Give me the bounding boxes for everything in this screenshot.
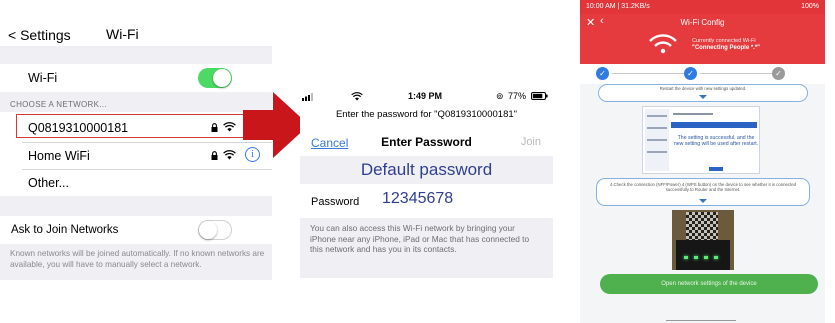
app-title: Wi-Fi Config [680,18,725,27]
password-prompt: Enter the password for "Q0819310000181" [335,109,518,120]
ask-join-toggle[interactable] [198,220,232,240]
restart-info-card: Restart the device with new settings upd… [598,84,808,102]
check-connection-card: 4.Check the connection (NFF/Power) 4 (WP… [596,178,810,206]
wifi-toggle[interactable] [198,68,232,88]
enter-password-dialog: 1:49 PM ⊚ 77% Enter the password for "Q0… [300,82,553,278]
step-connector [612,73,684,74]
wifi-settings-screen: < Settings Wi-Fi Wi-Fi CHOOSE A NETWORK.… [0,0,272,323]
screenshot-button [709,167,723,171]
card-bottom-text: 4.Check the connection (NFF/Power) 4 (WP… [609,182,797,192]
chevron-down-icon [699,95,707,99]
status-time: 10:00 AM | 31.2KB/s [586,3,650,10]
ios-status-bar: 1:49 PM ⊚ 77% [300,91,553,105]
open-network-settings-button[interactable]: Open network settings of the device [600,274,818,294]
alarm-icon: ⊚ [496,91,504,101]
lock-icon [211,150,218,160]
password-input[interactable]: 12345678 [382,190,453,208]
dialog-heading: Enter Password [381,135,472,149]
other-network-label: Other... [28,176,69,190]
password-sharing-description: You can also access this Wi-Fi network b… [300,218,553,278]
led-icon [714,256,718,259]
selected-network-highlight [16,114,266,138]
wifi-icon [351,92,363,101]
step-1-check: ✓ [596,67,609,80]
wifi-icon [649,34,677,54]
step-2-check: ✓ [684,67,697,80]
home-indicator [666,320,736,321]
wifi-config-app-screen: 10:00 AM | 31.2KB/s 100% ✕ ‹ Wi-Fi Confi… [580,0,825,323]
other-network-item[interactable]: Other... [0,170,272,196]
wifi-row-label: Wi-Fi [28,71,58,85]
chevron-down-icon [699,199,707,203]
screenshot-header [673,113,713,115]
wifi-toggle-row: Wi-Fi [0,64,272,92]
led-icon [694,256,698,259]
success-screenshot: The setting is successful, and the new s… [642,106,760,174]
dialog-nav-bar: Cancel Enter Password Join [300,132,553,154]
wifi-page-title: Wi-Fi [106,26,139,42]
progress-steps: ✓ ✓ ✓ [580,64,825,84]
android-status-bar: 10:00 AM | 31.2KB/s 100% [580,0,825,14]
ask-join-row: Ask to Join Networks [0,216,272,244]
connection-name: "Connecting People *.*" [692,45,761,51]
settings-nav-bar: < Settings Wi-Fi [0,24,272,44]
led-icon [684,256,688,259]
status-time: 1:49 PM [408,91,443,101]
screenshot-sidebar [645,109,669,171]
signal-icon [302,93,313,101]
choose-network-header: CHOOSE A NETWORK... [10,100,107,109]
network-name: Home WiFi [28,149,90,163]
app-header: ✕ ‹ Wi-Fi Config Currently connected Wi-… [580,14,825,64]
qr-code-icon [686,212,718,242]
battery-percent: 77% [508,91,527,101]
battery-icon [531,92,548,100]
step-connector [700,73,772,74]
join-button[interactable]: Join [521,136,541,148]
section-spacer [0,196,272,216]
led-icon [704,256,708,259]
step-3-check: ✓ [772,67,785,80]
password-field-label: Password [311,196,360,208]
settings-back-button[interactable]: < Settings [8,27,71,43]
connection-label: Currently connected Wi-Fi [692,38,756,44]
choose-network-section: CHOOSE A NETWORK... [0,92,272,112]
password-field-row[interactable]: Password 12345678 [300,186,553,214]
battery-percent: 100% [801,3,819,10]
card-top-text: Restart the device with new settings upd… [659,86,747,91]
device-body [676,240,730,270]
device-photo [672,210,734,270]
ask-join-label: Ask to Join Networks [11,224,119,236]
screenshot-progress-bar [671,122,757,128]
default-password-label: Default password [300,156,553,184]
footer-note: Known networks will be joined automatica… [10,249,265,269]
section-spacer [0,46,272,64]
success-message: The setting is successful, and the new s… [673,135,759,147]
wifi-icon [223,150,236,160]
network-item-home-wifi[interactable]: Home WiFi i [0,142,272,168]
